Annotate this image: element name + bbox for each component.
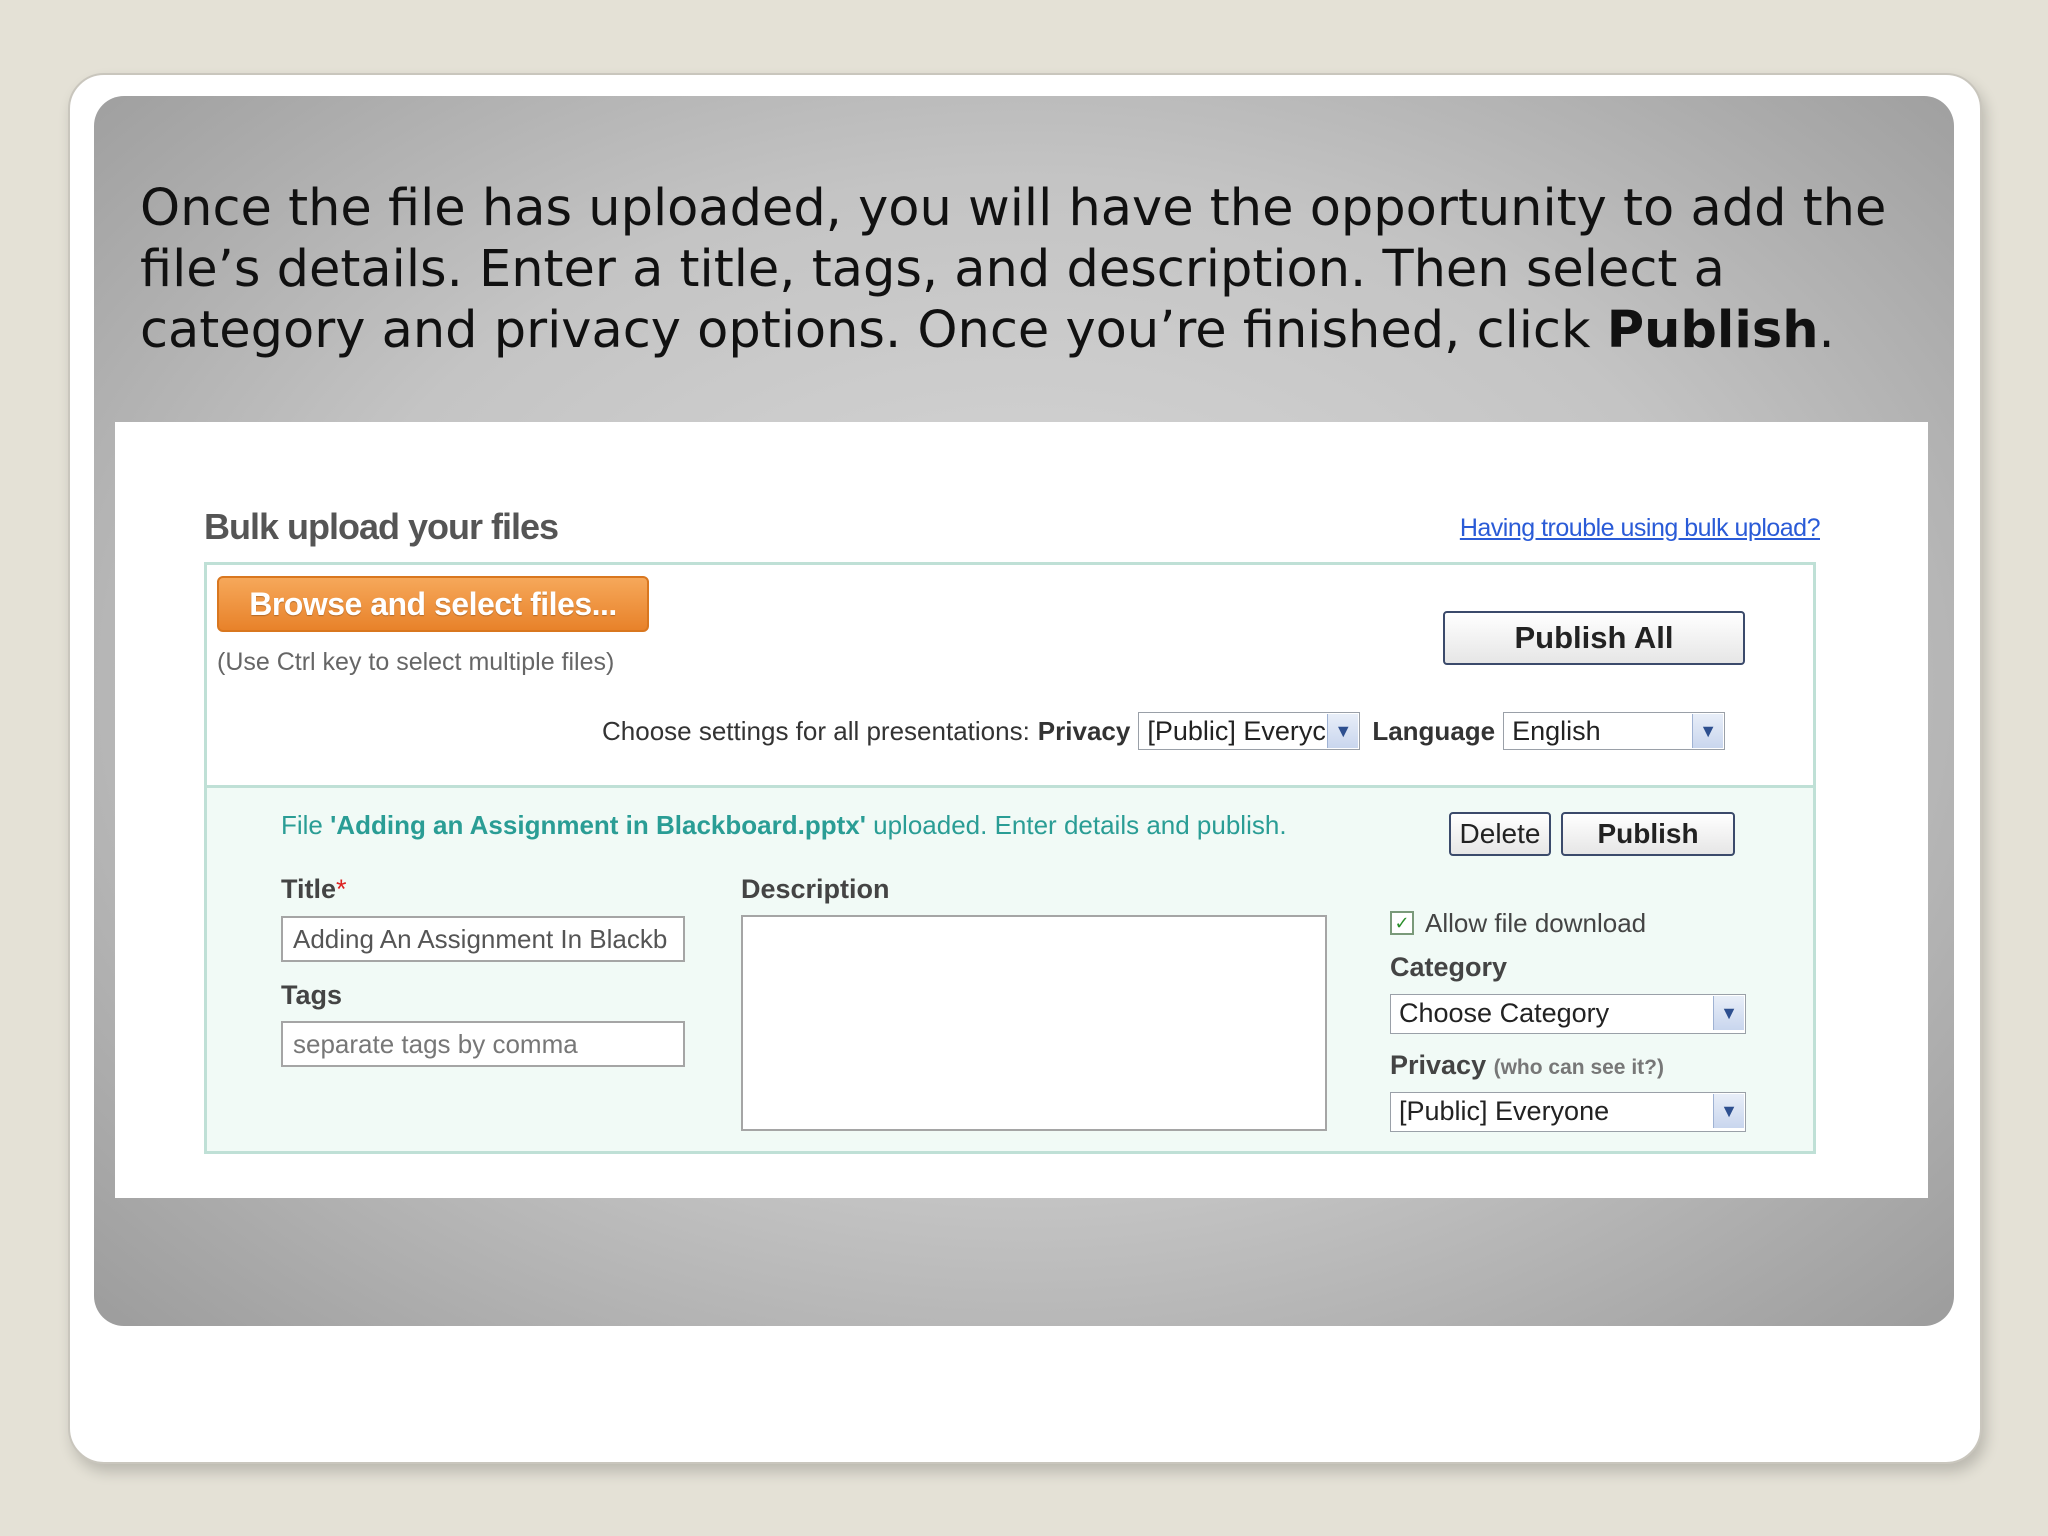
bulk-upload-box: Browse and select files... (Use Ctrl key… <box>204 562 1816 1154</box>
description-label: Description <box>741 874 890 904</box>
upload-screenshot: Bulk upload your files Having trouble us… <box>115 422 1928 1198</box>
privacy-label-text: Privacy <box>1390 1050 1487 1080</box>
privacy-value: [Public] Everyone <box>1399 1096 1610 1126</box>
language-label: Language <box>1372 715 1496 746</box>
page-title: Bulk upload your files <box>204 506 559 547</box>
settings-label: Choose settings for all presentations: <box>602 715 1030 746</box>
uploaded-filename: 'Adding an Assignment in Blackboard.pptx… <box>330 810 866 840</box>
bulk-upload-help-link[interactable]: Having trouble using bulk upload? <box>1460 514 1821 543</box>
category-label: Category <box>1390 952 1508 982</box>
title-label-text: Title <box>281 874 337 904</box>
tags-input[interactable]: separate tags by comma <box>281 1021 685 1067</box>
upload-status-message: File 'Adding an Assignment in Blackboard… <box>281 810 1287 841</box>
checkmark-icon: ✓ <box>1394 912 1410 934</box>
chevron-down-icon: ▼ <box>1713 996 1744 1030</box>
privacy-label: Privacy (who can see it?) <box>1390 1050 1664 1081</box>
global-privacy-label: Privacy <box>1037 715 1131 746</box>
description-textarea[interactable] <box>741 915 1327 1131</box>
publish-button[interactable]: Publish <box>1561 812 1735 856</box>
publish-all-button[interactable]: Publish All <box>1443 611 1745 665</box>
global-privacy-value: [Public] Everyc <box>1147 716 1326 746</box>
allow-download-label: Allow file download <box>1425 908 1647 938</box>
chevron-down-icon: ▼ <box>1713 1094 1744 1128</box>
file-details-section: File 'Adding an Assignment in Blackboard… <box>207 785 1813 1151</box>
language-select[interactable]: English ▼ <box>1503 712 1726 750</box>
slide-caption: Once the file has uploaded, you will hav… <box>140 178 1940 361</box>
title-input[interactable]: Adding An Assignment In Blackb <box>281 916 685 962</box>
bulk-upload-controls: Browse and select files... (Use Ctrl key… <box>207 565 1813 785</box>
browse-files-button[interactable]: Browse and select files... <box>217 576 649 632</box>
required-asterisk: * <box>336 874 347 904</box>
upload-msg-suffix: uploaded. Enter details and publish. <box>865 810 1287 840</box>
upload-msg-prefix: File <box>281 810 331 840</box>
caption-end: . <box>1818 301 1835 360</box>
ctrl-key-note: (Use Ctrl key to select multiple files) <box>217 648 615 676</box>
allow-download-checkbox[interactable]: ✓ <box>1390 911 1414 935</box>
language-value: English <box>1512 716 1601 746</box>
global-privacy-select[interactable]: [Public] Everyc ▼ <box>1138 712 1361 750</box>
global-settings-row: Choose settings for all presentations: P… <box>602 711 1726 751</box>
title-label: Title* <box>281 874 347 905</box>
privacy-hint: (who can see it?) <box>1493 1056 1664 1079</box>
chevron-down-icon: ▼ <box>1692 714 1724 748</box>
chevron-down-icon: ▼ <box>1327 714 1359 748</box>
category-value: Choose Category <box>1399 998 1610 1028</box>
caption-bold-publish: Publish <box>1606 301 1819 360</box>
category-select[interactable]: Choose Category ▼ <box>1390 994 1746 1034</box>
delete-button[interactable]: Delete <box>1449 812 1551 856</box>
privacy-select[interactable]: [Public] Everyone ▼ <box>1390 1092 1746 1132</box>
tags-label: Tags <box>281 980 343 1010</box>
